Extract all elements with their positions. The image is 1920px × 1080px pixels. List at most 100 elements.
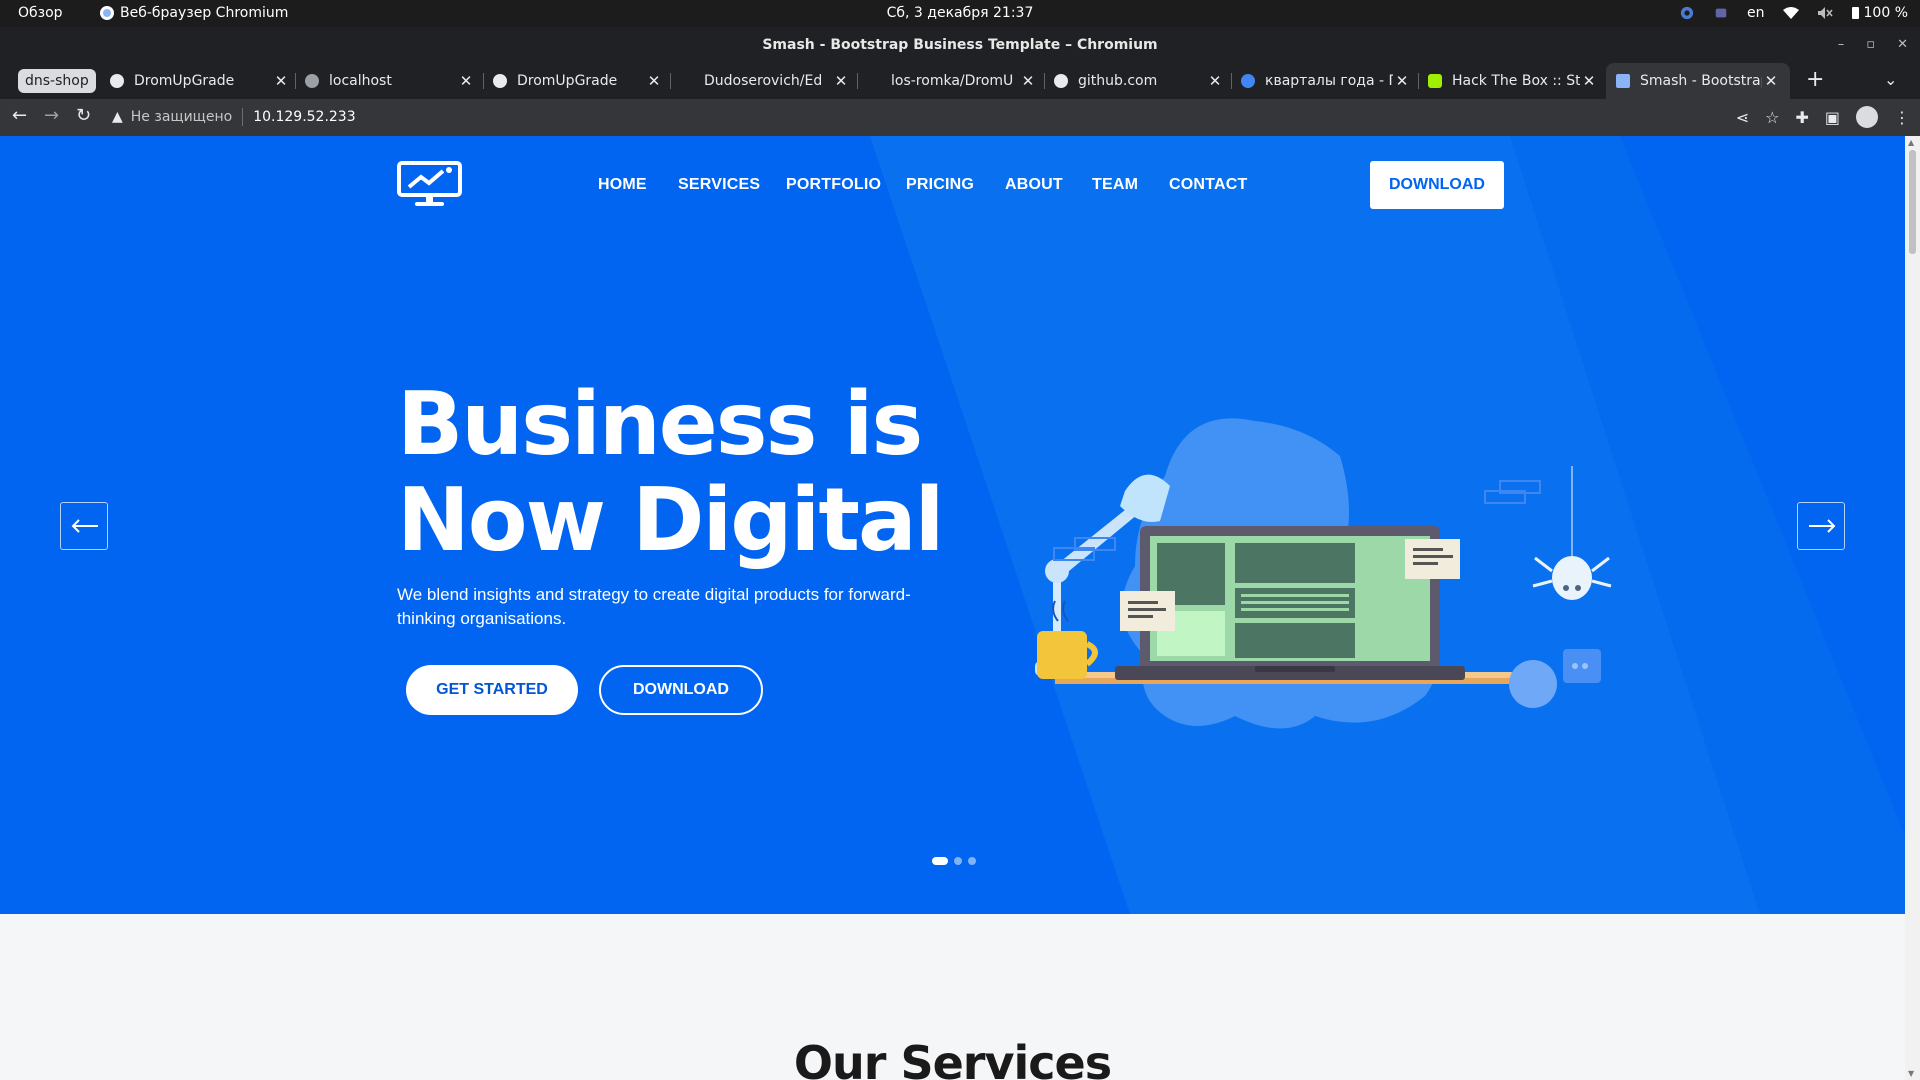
tab-close-icon[interactable]: ✕ (1762, 72, 1780, 90)
forward-icon[interactable]: → (44, 105, 59, 126)
extensions-icon[interactable]: ✚ (1795, 108, 1808, 127)
hackthebox-icon (1428, 74, 1442, 88)
tab-label: Smash - Bootstrap (1640, 73, 1762, 89)
site-logo-icon[interactable] (397, 161, 462, 207)
tab-close-icon[interactable]: ✕ (645, 72, 663, 90)
warning-icon[interactable]: ▲ (112, 109, 123, 125)
browser-toolbar: ← → ↻ ▲ Не защищено 10.129.52.233 ⋖ ☆ ✚ … (0, 99, 1920, 136)
tab-label: los-romka/DromU (891, 73, 1014, 89)
window-title-bar: Smash - Bootstrap Business Template – Ch… (0, 27, 1920, 63)
nav-pricing[interactable]: PRICING (906, 176, 974, 194)
battery-percent: 100 % (1863, 5, 1908, 21)
nav-contact[interactable]: CONTACT (1169, 176, 1247, 194)
tab-label: кварталы года - П (1265, 73, 1393, 89)
network-icon (1680, 6, 1694, 20)
tab-hackthebox[interactable]: Hack The Box :: St ✕ (1428, 63, 1598, 99)
tab-dromupgrade[interactable]: DromUpGrade ✕ (110, 63, 290, 99)
share-icon[interactable]: ⋖ (1736, 108, 1749, 127)
hero-subtitle: We blend insights and strategy to create… (397, 585, 911, 628)
tab-group-chip[interactable]: dns-shop (18, 69, 96, 93)
scroll-down-icon[interactable]: ▼ (1908, 1069, 1914, 1078)
reload-icon[interactable]: ↻ (76, 105, 91, 126)
monitor-favicon-icon (1616, 74, 1630, 88)
app-favicon-icon (305, 74, 319, 88)
nav-services[interactable]: SERVICES (678, 176, 760, 194)
wifi-icon (1782, 7, 1799, 19)
scroll-up-icon[interactable]: ▲ (1908, 138, 1914, 147)
tab-los-romka[interactable]: los-romka/DromU ✕ (867, 63, 1037, 99)
volume-muted-icon (1817, 7, 1833, 19)
keyboard-layout[interactable]: en (1747, 5, 1765, 21)
nav-home[interactable]: HOME (598, 176, 647, 194)
window-title: Smash - Bootstrap Business Template – Ch… (762, 37, 1158, 53)
tab-label: Dudoserovich/Ed (704, 73, 823, 89)
tab-dudoserovich[interactable]: Dudoserovich/Ed ✕ (680, 63, 850, 99)
hero-illustration (1035, 418, 1612, 729)
download-button[interactable]: DOWNLOAD (599, 665, 763, 715)
carousel-dot-2[interactable] (954, 857, 962, 865)
scrollbar-thumb[interactable] (1909, 150, 1916, 254)
tab-close-icon[interactable]: ✕ (832, 72, 850, 90)
tab-strip: dns-shop DromUpGrade ✕ localhost ✕ DromU… (0, 63, 1920, 99)
clock[interactable]: Сб, 3 декабря 21:37 (0, 5, 1920, 21)
menu-kebab-icon[interactable]: ⋮ (1894, 108, 1910, 127)
page-scrollbar[interactable]: ▲ ▼ (1905, 136, 1920, 1080)
carousel-dot-3[interactable] (968, 857, 976, 865)
maximize-icon[interactable]: ▫ (1866, 27, 1875, 63)
arrow-right-icon (1809, 519, 1836, 533)
services-section-title: Our Services (793, 1036, 1112, 1080)
nav-about[interactable]: ABOUT (1005, 176, 1063, 194)
carousel-next-button[interactable] (1797, 502, 1845, 550)
tab-smash-active[interactable]: Smash - Bootstrap ✕ (1606, 63, 1790, 99)
tab-label: DromUpGrade (134, 73, 235, 89)
tab-label: DromUpGrade (517, 73, 618, 89)
github-icon (1054, 74, 1068, 88)
url-text[interactable]: 10.129.52.233 (253, 109, 355, 125)
headline-line-2: Now Digital (397, 469, 944, 571)
new-tab-icon[interactable]: + (1806, 67, 1824, 92)
teams-icon (1715, 8, 1727, 18)
battery-icon (1851, 7, 1859, 19)
bookmark-star-icon[interactable]: ☆ (1765, 108, 1779, 127)
tab-close-icon[interactable]: ✕ (1206, 72, 1224, 90)
globe-icon (110, 74, 124, 88)
github-icon (680, 74, 694, 88)
minimize-icon[interactable]: – (1838, 27, 1845, 63)
tab-dromupgrade-2[interactable]: DromUpGrade ✕ (493, 63, 663, 99)
tab-search-chevron-icon[interactable]: ⌄ (1884, 70, 1897, 89)
carousel-dot-1[interactable] (932, 857, 948, 865)
tab-label: localhost (329, 73, 392, 89)
security-status[interactable]: Не защищено (131, 109, 232, 125)
tab-google-search[interactable]: кварталы года - П ✕ (1241, 63, 1411, 99)
tab-close-icon[interactable]: ✕ (1580, 72, 1598, 90)
page-viewport: HOME SERVICES PORTFOLIO PRICING ABOUT TE… (0, 136, 1905, 1080)
carousel-indicators (932, 857, 976, 865)
tab-close-icon[interactable]: ✕ (1393, 72, 1411, 90)
download-header-button[interactable]: DOWNLOAD (1370, 161, 1504, 209)
tab-close-icon[interactable]: ✕ (1019, 72, 1037, 90)
tab-close-icon[interactable]: ✕ (457, 72, 475, 90)
system-top-bar: Обзор Веб-браузер Chromium Сб, 3 декабря… (0, 0, 1920, 27)
headline-line-1: Business is (397, 373, 923, 475)
address-bar[interactable]: ▲ Не защищено 10.129.52.233 (112, 104, 1712, 130)
nav-portfolio[interactable]: PORTFOLIO (786, 176, 881, 194)
github-icon (867, 74, 881, 88)
carousel-prev-button[interactable] (60, 502, 108, 550)
google-icon (1241, 74, 1255, 88)
nav-team[interactable]: TEAM (1092, 176, 1138, 194)
tab-label: github.com (1078, 73, 1158, 89)
tab-label: Hack The Box :: St (1452, 73, 1580, 89)
tab-github[interactable]: github.com ✕ (1054, 63, 1224, 99)
get-started-button[interactable]: GET STARTED (406, 665, 578, 715)
side-panel-icon[interactable]: ▣ (1825, 108, 1840, 127)
system-tray[interactable]: en 100 % (1679, 5, 1908, 21)
tab-localhost[interactable]: localhost ✕ (305, 63, 475, 99)
hero-section: HOME SERVICES PORTFOLIO PRICING ABOUT TE… (0, 136, 1905, 914)
profile-avatar-icon[interactable] (1856, 106, 1878, 128)
tab-close-icon[interactable]: ✕ (272, 72, 290, 90)
back-icon[interactable]: ← (12, 105, 27, 126)
hero-headline: Business is Now Digital (397, 373, 944, 571)
arrow-left-icon (71, 519, 98, 533)
close-window-icon[interactable]: ✕ (1897, 27, 1908, 63)
globe-icon (493, 74, 507, 88)
